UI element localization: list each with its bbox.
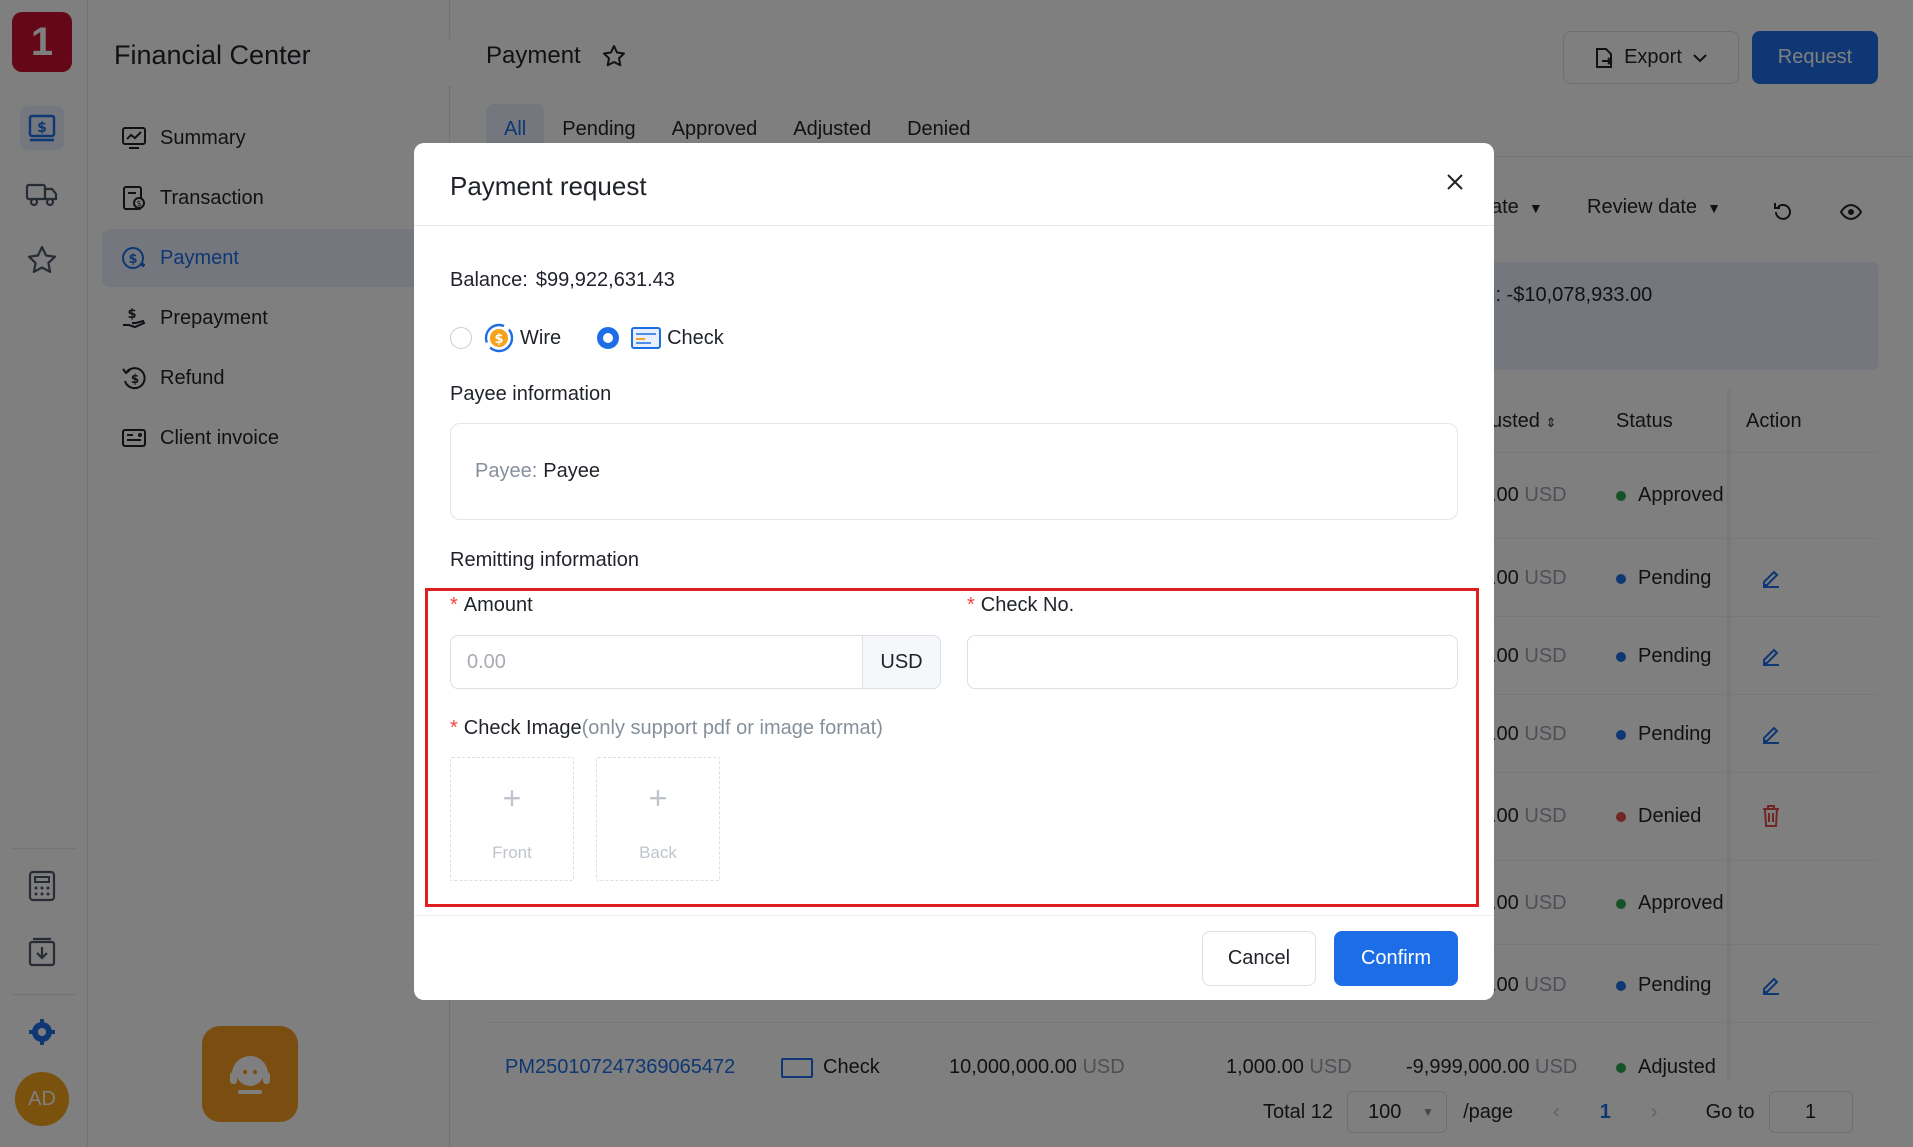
payee-section-title: Payee information bbox=[450, 383, 612, 405]
balance-value: $99,922,631.43 bbox=[535, 269, 675, 291]
check-card-icon bbox=[631, 327, 662, 349]
svg-text:$: $ bbox=[494, 332, 503, 347]
check-label[interactable]: Check bbox=[667, 327, 724, 350]
wire-dollar-icon: $ bbox=[484, 323, 514, 353]
wire-label[interactable]: Wire bbox=[520, 327, 561, 350]
upload-front-label: Front bbox=[492, 843, 532, 862]
cancel-button[interactable]: Cancel bbox=[1202, 931, 1316, 986]
amount-field[interactable]: 0.00 USD bbox=[450, 635, 941, 689]
payee-key: Payee: bbox=[475, 460, 538, 482]
currency-suffix: USD bbox=[862, 636, 940, 688]
payee-value: Payee bbox=[543, 460, 600, 482]
payment-request-dialog: Payment request Balance: $99,922,631.43 $… bbox=[414, 143, 1494, 1000]
amount-placeholder[interactable]: 0.00 bbox=[451, 636, 862, 688]
required-mark: * bbox=[450, 594, 458, 616]
plus-icon: + bbox=[648, 780, 668, 816]
confirm-button[interactable]: Confirm bbox=[1334, 931, 1458, 986]
amount-label: * Amount bbox=[450, 594, 533, 617]
amount-label-text: Amount bbox=[463, 594, 533, 616]
close-icon bbox=[1447, 174, 1463, 190]
payment-method-group: $ Wire Check bbox=[450, 323, 724, 353]
remitting-section-title: Remitting information bbox=[450, 549, 639, 571]
required-mark: * bbox=[967, 594, 975, 616]
check-image-label-text: Check Image bbox=[463, 717, 582, 739]
balance-label: Balance: bbox=[450, 269, 528, 291]
close-button[interactable] bbox=[1440, 167, 1470, 197]
required-mark: * bbox=[450, 717, 458, 739]
plus-icon: + bbox=[502, 780, 522, 816]
upload-back-label: Back bbox=[639, 843, 677, 862]
wire-radio[interactable] bbox=[450, 327, 472, 349]
payee-card: Payee: Payee bbox=[450, 423, 1458, 520]
upload-back[interactable]: + Back bbox=[596, 757, 720, 881]
check-no-label: * Check No. bbox=[967, 594, 1074, 617]
check-no-field[interactable] bbox=[967, 635, 1458, 689]
check-image-label: * Check Image(only support pdf or image f… bbox=[450, 717, 883, 740]
check-no-label-text: Check No. bbox=[980, 594, 1075, 616]
upload-front[interactable]: + Front bbox=[450, 757, 574, 881]
check-image-hint: (only support pdf or image format) bbox=[581, 717, 883, 739]
balance-row: Balance: $99,922,631.43 bbox=[450, 269, 675, 292]
footer-divider bbox=[414, 915, 1494, 916]
dialog-title: Payment request bbox=[450, 171, 647, 201]
check-radio[interactable] bbox=[597, 327, 620, 349]
dialog-divider bbox=[414, 225, 1494, 226]
